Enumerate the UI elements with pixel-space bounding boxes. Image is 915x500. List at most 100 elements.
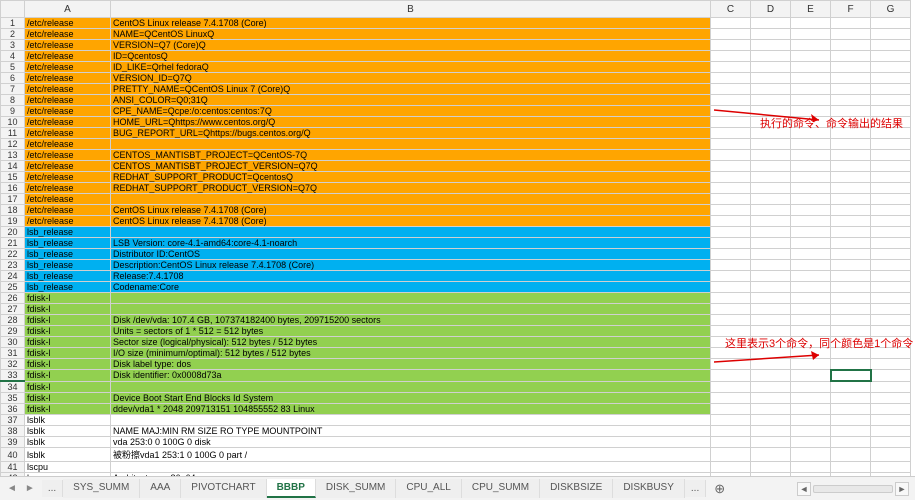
row-header[interactable]: 28 — [1, 315, 25, 326]
cell[interactable] — [791, 462, 831, 473]
cell[interactable] — [871, 227, 911, 238]
cell[interactable] — [871, 150, 911, 161]
col-header-B[interactable]: B — [111, 1, 711, 18]
cell[interactable]: /etc/release — [25, 18, 111, 29]
tab-ellipsis[interactable]: ... — [42, 480, 63, 497]
row-header[interactable]: 19 — [1, 216, 25, 227]
cell[interactable]: lsblk — [25, 426, 111, 437]
cell[interactable] — [751, 282, 791, 293]
cell[interactable] — [711, 271, 751, 282]
cell[interactable]: /etc/release — [25, 106, 111, 117]
cell[interactable] — [831, 139, 871, 150]
row-header[interactable]: 11 — [1, 128, 25, 139]
cell[interactable] — [751, 393, 791, 404]
cell[interactable]: Disk /dev/vda: 107.4 GB, 107374182400 by… — [111, 315, 711, 326]
cell[interactable]: /etc/release — [25, 84, 111, 95]
cell[interactable] — [831, 393, 871, 404]
cell[interactable] — [871, 359, 911, 370]
cell[interactable] — [711, 73, 751, 84]
cell[interactable] — [791, 150, 831, 161]
cell[interactable] — [871, 293, 911, 304]
row-header[interactable]: 13 — [1, 150, 25, 161]
row-header[interactable]: 8 — [1, 95, 25, 106]
cell[interactable]: fdisk-l — [25, 326, 111, 337]
cell[interactable] — [711, 381, 751, 393]
cell[interactable] — [711, 293, 751, 304]
cell[interactable] — [791, 426, 831, 437]
cell[interactable] — [831, 260, 871, 271]
cell[interactable] — [871, 84, 911, 95]
cell[interactable] — [711, 426, 751, 437]
cell[interactable] — [871, 216, 911, 227]
cell[interactable]: VERSION_ID=Q7Q — [111, 73, 711, 84]
cell[interactable] — [831, 437, 871, 448]
cell[interactable] — [831, 73, 871, 84]
cell[interactable] — [711, 29, 751, 40]
cell[interactable] — [791, 393, 831, 404]
col-header-G[interactable]: G — [871, 1, 911, 18]
cell[interactable] — [711, 404, 751, 415]
sheet-tab-cpu_summ[interactable]: CPU_SUMM — [462, 479, 540, 498]
cell[interactable]: /etc/release — [25, 194, 111, 205]
sheet-tab-disk_summ[interactable]: DISK_SUMM — [316, 479, 396, 498]
cell[interactable] — [751, 249, 791, 260]
cell[interactable] — [751, 172, 791, 183]
cell[interactable]: lsb_release — [25, 249, 111, 260]
cell[interactable] — [831, 18, 871, 29]
cell[interactable] — [871, 282, 911, 293]
cell[interactable]: Device Boot Start End Blocks Id System — [111, 393, 711, 404]
tab-nav-first[interactable]: ◄ — [4, 483, 20, 494]
cell[interactable] — [751, 139, 791, 150]
cell[interactable]: fdisk-l — [25, 393, 111, 404]
cell[interactable] — [871, 73, 911, 84]
row-header[interactable]: 15 — [1, 172, 25, 183]
sheet-tab-diskbusy[interactable]: DISKBUSY — [613, 479, 685, 498]
cell[interactable] — [711, 216, 751, 227]
cell[interactable] — [831, 95, 871, 106]
row-header[interactable]: 3 — [1, 40, 25, 51]
cell[interactable] — [871, 139, 911, 150]
scroll-left[interactable]: ◄ — [797, 482, 811, 496]
cell[interactable] — [751, 315, 791, 326]
cell[interactable] — [871, 95, 911, 106]
cell[interactable] — [751, 437, 791, 448]
cell[interactable] — [831, 194, 871, 205]
cell[interactable] — [831, 315, 871, 326]
cell[interactable] — [871, 161, 911, 172]
cell[interactable] — [831, 415, 871, 426]
cell[interactable]: PRETTY_NAME=QCentOS Linux 7 (Core)Q — [111, 84, 711, 95]
cell[interactable] — [791, 437, 831, 448]
cell[interactable] — [751, 183, 791, 194]
cell[interactable]: /etc/release — [25, 150, 111, 161]
cell[interactable] — [831, 238, 871, 249]
cell[interactable] — [111, 304, 711, 315]
cell[interactable] — [831, 293, 871, 304]
cell[interactable] — [791, 194, 831, 205]
cell[interactable] — [111, 227, 711, 238]
cell[interactable] — [831, 150, 871, 161]
tab-ellipsis-right[interactable]: ... — [685, 480, 706, 497]
row-header[interactable]: 21 — [1, 238, 25, 249]
cell[interactable] — [791, 216, 831, 227]
row-header[interactable]: 41 — [1, 462, 25, 473]
cell[interactable] — [831, 40, 871, 51]
cell[interactable]: /etc/release — [25, 29, 111, 40]
cell[interactable]: REDHAT_SUPPORT_PRODUCT_VERSION=Q7Q — [111, 183, 711, 194]
cell[interactable] — [791, 62, 831, 73]
add-sheet-button[interactable]: ⊕ — [706, 478, 733, 500]
cell[interactable] — [791, 415, 831, 426]
cell[interactable] — [791, 73, 831, 84]
cell[interactable] — [831, 227, 871, 238]
row-header[interactable]: 14 — [1, 161, 25, 172]
cell[interactable] — [791, 282, 831, 293]
cell[interactable] — [791, 271, 831, 282]
col-header-F[interactable]: F — [831, 1, 871, 18]
cell[interactable] — [871, 40, 911, 51]
cell[interactable] — [791, 183, 831, 194]
cell[interactable] — [791, 161, 831, 172]
cell[interactable]: fdisk-l — [25, 359, 111, 370]
cell[interactable] — [751, 205, 791, 216]
cell[interactable]: I/O size (minimum/optimal): 512 bytes / … — [111, 348, 711, 359]
row-header[interactable]: 33 — [1, 370, 25, 382]
cell[interactable] — [791, 40, 831, 51]
